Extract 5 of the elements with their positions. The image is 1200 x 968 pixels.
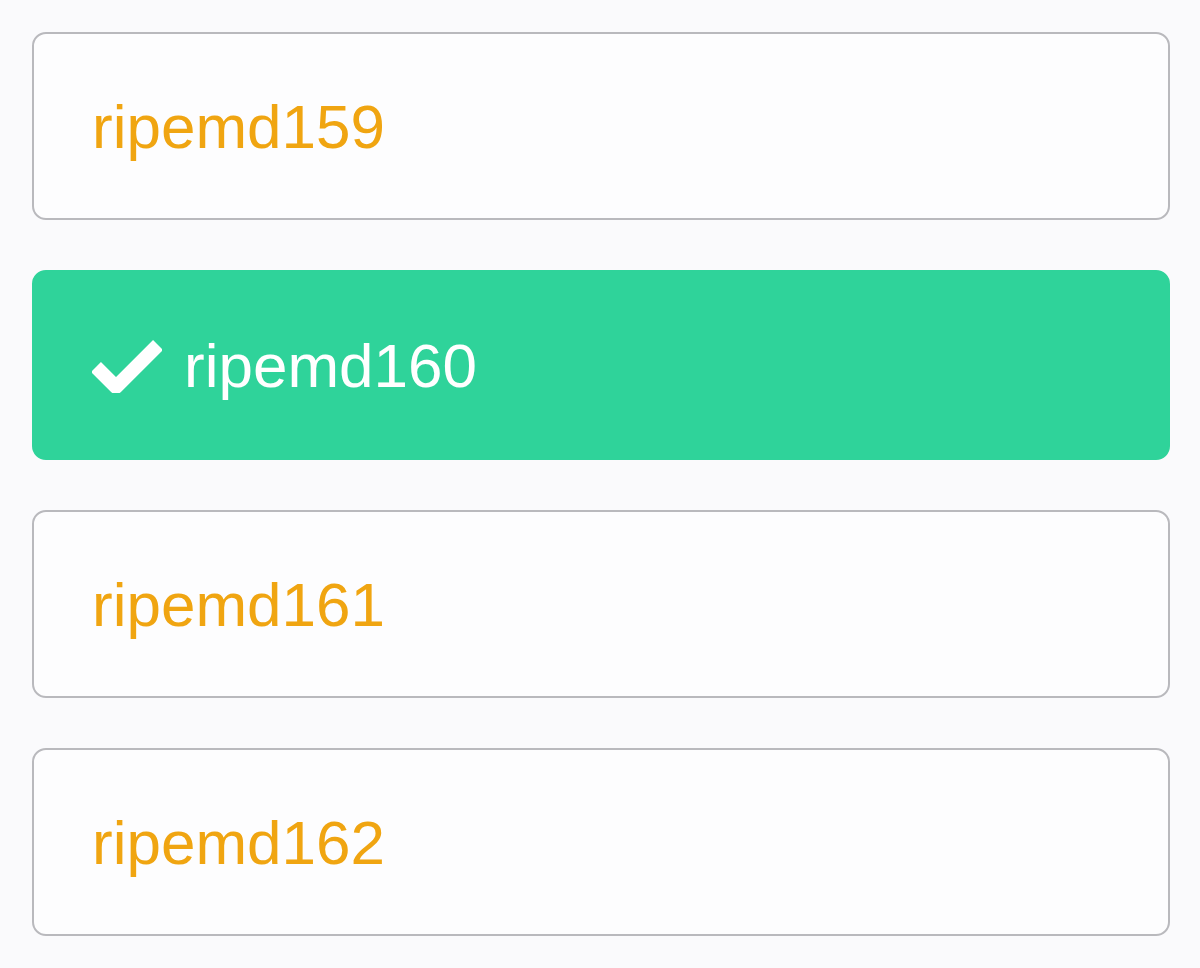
checkmark-icon xyxy=(92,337,162,393)
option-button[interactable]: ripemd160 xyxy=(32,270,1170,460)
option-button[interactable]: ripemd159 xyxy=(32,32,1170,220)
option-button[interactable]: ripemd162 xyxy=(32,748,1170,936)
option-button[interactable]: ripemd161 xyxy=(32,510,1170,698)
